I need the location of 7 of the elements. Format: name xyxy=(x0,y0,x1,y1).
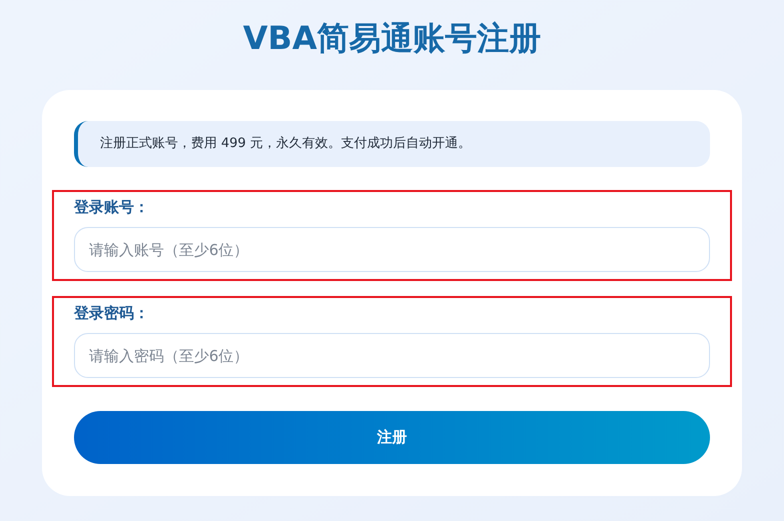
field-label: 登录密码： xyxy=(74,303,150,324)
field-label: 登录账号： xyxy=(74,197,150,218)
page-title: VBA简易通账号注册 xyxy=(243,18,541,59)
notice-banner: 注册正式账号，费用 499 元，永久有效。支付成功后自动开通。 xyxy=(74,121,710,167)
register-button[interactable]: 注册 xyxy=(74,411,710,464)
input-field[interactable]: 请输入账号（至少6位） xyxy=(74,227,710,272)
input-field[interactable]: 请输入密码（至少6位） xyxy=(74,333,710,378)
